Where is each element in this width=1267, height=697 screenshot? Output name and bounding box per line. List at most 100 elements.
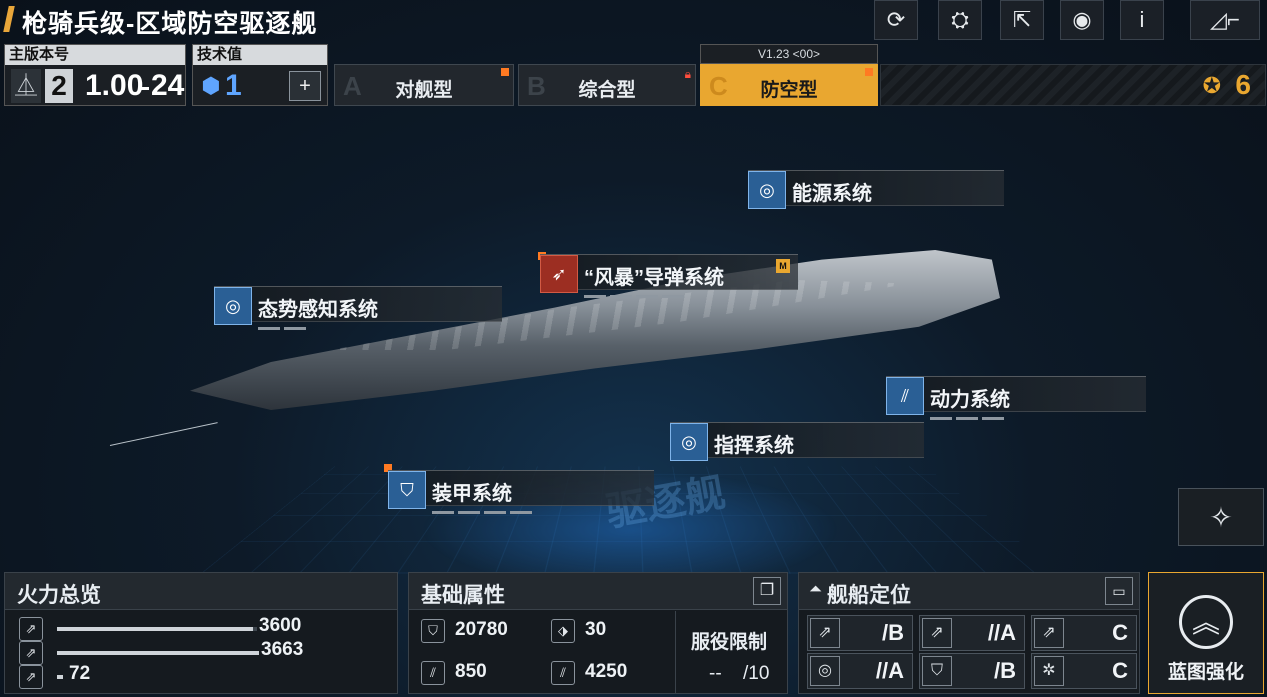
page-title: 枪骑兵级-区域防空驱逐舰: [22, 10, 318, 38]
callout-armor-system[interactable]: ⛉ 装甲系统: [388, 470, 654, 514]
firepower-value-2: 3663: [261, 639, 304, 660]
position-cell: ⇗ C: [1031, 615, 1137, 651]
missile-icon: ➶: [540, 255, 578, 293]
firepower-bar-2: [57, 651, 259, 655]
panel-title: 基础属性: [421, 584, 505, 607]
speed-icon: ⫽: [421, 661, 445, 685]
grade: //A: [987, 620, 1016, 645]
medal-icon: ✪: [1202, 73, 1221, 98]
panel-title: 火力总览: [17, 584, 101, 607]
callout-label: 动力系统: [930, 389, 1010, 411]
points-bar: ✪ 6: [880, 64, 1266, 106]
command-icon: ◎: [670, 423, 708, 461]
tab-label: 防空型: [760, 80, 818, 101]
shield-icon: ⛉: [922, 656, 952, 686]
callout-label: 能源系统: [792, 183, 872, 205]
firepower-value-3: 72: [69, 663, 91, 684]
star-plus-icon: ✧: [1209, 502, 1233, 533]
callout-awareness-system[interactable]: ◎ 态势感知系统: [214, 286, 502, 330]
view-icon: ◉: [1072, 7, 1092, 32]
attack-icon: ⇗: [1034, 618, 1064, 648]
level-ticks: [584, 295, 684, 298]
toggle-button[interactable]: ▭: [1105, 577, 1133, 605]
version-label: 主版本号: [5, 45, 185, 65]
service-limit-label: 服役限制: [691, 632, 768, 653]
callout-label: 装甲系统: [432, 483, 512, 505]
level-ticks: [930, 417, 1004, 420]
range-icon: ⫽: [551, 661, 575, 685]
callout-energy-system[interactable]: ◎ 能源系统: [748, 170, 1004, 209]
tab-version-label: V1.23 <00>: [700, 44, 878, 64]
title-accent: [3, 6, 15, 32]
expand-button[interactable]: ❐: [753, 577, 781, 605]
callout-label: 态势感知系统: [258, 299, 378, 321]
version-panel: 主版本号 ⏅ 2 1.00 24: [4, 44, 186, 106]
gear-icon: ✲: [1034, 656, 1064, 686]
new-indicator: [501, 68, 509, 76]
tab-anti-ship[interactable]: A 对舰型: [334, 64, 514, 106]
upgrade-icon: ⛭: [951, 7, 969, 32]
target-icon: ◎: [810, 656, 840, 686]
tech-panel: 技术值 ⬢ 1 +: [192, 44, 328, 106]
positioning-panel: ⏶ 舰船定位 ▭ ⇗ /B ⇗ //A ⇗ C ◎ //A ⛉ /B ✲ C: [798, 572, 1140, 694]
version-value: 1.00: [85, 69, 144, 102]
chevron-up-icon: ︽: [1179, 595, 1233, 649]
tab-label: 综合型: [578, 80, 636, 101]
tech-add-button[interactable]: +: [289, 71, 321, 101]
attack-icon: ⇗: [19, 665, 43, 689]
callout-command-system[interactable]: ◎ 指挥系统: [670, 422, 924, 461]
blueprint-label: 蓝图强化: [1167, 662, 1244, 683]
hp-value: 20780: [455, 619, 508, 640]
upgrade-button[interactable]: ⛭: [938, 0, 982, 40]
version-sub: 24: [151, 69, 185, 102]
position-cell: ✲ C: [1031, 653, 1137, 689]
callout-label: 指挥系统: [714, 435, 794, 457]
defense-icon: ⬗: [551, 619, 575, 643]
tab-multi-role[interactable]: B 综合型 🔒︎: [518, 64, 696, 106]
position-cell: ⇗ //A: [919, 615, 1025, 651]
panel-title: 舰船定位: [827, 584, 911, 607]
grade: //A: [875, 658, 904, 683]
energy-icon: ◎: [748, 171, 786, 209]
firepower-value-1: 3600: [259, 615, 302, 636]
attack-icon: ⇗: [19, 617, 43, 641]
tab-label: 对舰型: [395, 80, 453, 101]
module-badge: M: [776, 259, 790, 273]
callout-storm-missile-system[interactable]: ➶ “风暴”导弹系统 M: [540, 254, 798, 298]
range-value: 4250: [585, 661, 628, 682]
blueprint-enhance-button[interactable]: ︽ 蓝图强化: [1148, 572, 1264, 694]
position-cell: ⛉ /B: [919, 653, 1025, 689]
title-bar: 枪骑兵级-区域防空驱逐舰: [0, 0, 460, 38]
info-button[interactable]: i: [1120, 0, 1164, 40]
back-button[interactable]: ◿⌐: [1190, 0, 1260, 40]
version-major: 2: [45, 69, 73, 103]
new-indicator: [865, 68, 873, 76]
bar-fill: [57, 675, 63, 679]
callout-label: “风暴”导弹系统: [584, 267, 724, 289]
view-button[interactable]: ◉: [1060, 0, 1104, 40]
tab-anti-air[interactable]: C 防空型: [700, 64, 878, 106]
level-ticks: [258, 327, 306, 330]
grade: /B: [882, 620, 904, 645]
add-ship-button[interactable]: ✧: [1178, 488, 1264, 546]
points-value: 6: [1235, 69, 1251, 100]
bar-fill: [57, 627, 253, 631]
engine-icon: ⫽: [886, 377, 924, 415]
share-button[interactable]: ⇱: [1000, 0, 1044, 40]
lock-icon: 🔒︎: [684, 67, 691, 81]
service-current: --: [709, 663, 722, 684]
tech-gem-icon: ⬢: [201, 73, 221, 98]
refresh-button[interactable]: ⟳: [874, 0, 918, 40]
share-icon: ⇱: [1012, 7, 1032, 32]
attack-icon: ⇗: [922, 618, 952, 648]
firepower-panel: 火力总览 ⇗ 3600 ⇗ 3663 ⇗ 72: [4, 572, 398, 694]
callout-power-system[interactable]: ⫽ 动力系统: [886, 376, 1146, 420]
panel-header: 基础属性 ❐: [409, 573, 787, 610]
ship-antenna: [109, 422, 218, 446]
panel-header: ⏶ 舰船定位 ▭: [799, 573, 1139, 610]
hp-shield-icon: ⛉: [421, 619, 445, 643]
grade: C: [1112, 620, 1128, 645]
grade: /B: [994, 658, 1016, 683]
position-cell: ⇗ /B: [807, 615, 913, 651]
radar-icon: ◎: [214, 287, 252, 325]
